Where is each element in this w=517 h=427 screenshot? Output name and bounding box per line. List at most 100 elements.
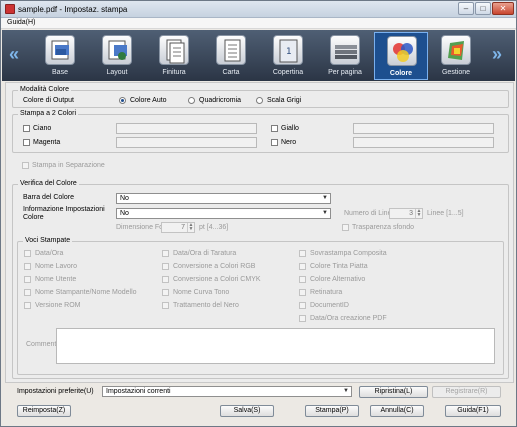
documentid-label: DocumentID (310, 302, 349, 309)
cancel-button[interactable]: Annulla(C) (370, 405, 424, 417)
data-ora-label: Data/Ora (35, 250, 64, 257)
radio-quadricromia-label: Quadricromia (199, 97, 242, 104)
spinner-arrows-icon: ▲ ▼ (187, 222, 194, 232)
tab-colore[interactable]: Colore (374, 32, 428, 80)
checkbox-trasparenza-sfondo[interactable] (342, 224, 349, 231)
data-ora-pdf-label: Data/Ora creazione PDF (310, 315, 387, 322)
color-mode-title: Modalità Colore (18, 86, 72, 93)
tab-carta-label: Carta (222, 69, 240, 76)
giallo-field[interactable] (353, 123, 494, 134)
tab-colore-label: Colore (389, 70, 413, 77)
checkbox-ciano[interactable] (23, 125, 30, 132)
checkbox-nome-curva-tono[interactable] (162, 289, 169, 296)
tab-finitura[interactable]: Finitura (147, 32, 201, 80)
checkbox-nome-lavoro[interactable] (24, 263, 31, 270)
checkbox-data-ora-pdf[interactable] (299, 315, 306, 322)
checkbox-giallo[interactable] (271, 125, 278, 132)
retinatura-label: Retinatura (310, 289, 343, 296)
radio-colore-auto-label: Colore Auto (130, 97, 167, 104)
conversione-cmyk-label: Conversione a Colori CMYK (173, 276, 261, 283)
close-button[interactable]: ✕ (492, 2, 514, 15)
magenta-field[interactable] (116, 137, 257, 148)
checkbox-conversione-rgb[interactable] (162, 263, 169, 270)
tab-carta[interactable]: Carta (204, 32, 258, 80)
checkbox-nome-utente[interactable] (24, 276, 31, 283)
two-color-title: Stampa a 2 Colori (18, 110, 79, 117)
menu-help[interactable]: Guida(H) (7, 19, 35, 26)
checkbox-data-ora[interactable] (24, 250, 31, 257)
title-bar: sample.pdf - Impostaz. stampa – □ ✕ (1, 1, 516, 18)
checkbox-sovrastampa-composita[interactable] (299, 250, 306, 257)
colore-tinta-piatta-label: Colore Tinta Piatta (310, 263, 368, 270)
tab-base[interactable]: Base (33, 32, 87, 80)
maximize-button[interactable]: □ (475, 2, 491, 15)
checkbox-documentid[interactable] (299, 302, 306, 309)
checkbox-stampa-separazione[interactable] (22, 162, 29, 169)
scroll-right-arrow-icon[interactable]: » (492, 44, 502, 65)
chevron-down-icon: ▼ (322, 195, 328, 201)
reset-button[interactable]: Reimposta(Z) (17, 405, 71, 417)
checkbox-nome-stampante[interactable] (24, 289, 31, 296)
checkbox-ciano-label: Ciano (33, 125, 52, 132)
printed-items-group: Voci Stampate Data/Ora Nome Lavoro Nome … (17, 237, 504, 375)
checkbox-nero[interactable] (271, 139, 278, 146)
font-size-range: pt [4...36] (199, 224, 229, 231)
checkbox-conversione-cmyk[interactable] (162, 276, 169, 283)
register-button[interactable]: Registrare(R) (432, 386, 501, 398)
tab-gestione[interactable]: Gestione (429, 32, 483, 80)
minimize-button[interactable]: – (458, 2, 474, 15)
scroll-left-arrow-icon[interactable]: « (9, 44, 19, 65)
color-bar-value: No (120, 195, 129, 202)
pdf-app-icon (5, 4, 15, 14)
color-check-group: Verifica del Colore Barra del Colore No … (12, 180, 509, 379)
checkbox-colore-alternativo[interactable] (299, 276, 306, 283)
nome-utente-label: Nome Utente (35, 276, 77, 283)
color-bar-select[interactable]: No ▼ (116, 193, 331, 204)
favorites-select[interactable]: Impostazioni correnti ▼ (102, 386, 352, 397)
print-button[interactable]: Stampa(P) (305, 405, 359, 417)
radio-colore-auto[interactable] (119, 97, 126, 104)
checkbox-data-ora-taratura[interactable] (162, 250, 169, 257)
tab-per-pagina[interactable]: Per pagina (318, 32, 372, 80)
radio-quadricromia[interactable] (188, 97, 195, 104)
color-check-title: Verifica del Colore (18, 180, 79, 187)
base-icon (45, 35, 75, 65)
help-button[interactable]: Guida(F1) (445, 405, 501, 417)
save-button[interactable]: Salva(S) (220, 405, 274, 417)
checkbox-magenta[interactable] (23, 139, 30, 146)
tab-copertina[interactable]: 1 Copertina (261, 32, 315, 80)
footer-bar: Impostazioni preferite(U) Impostazioni c… (5, 384, 514, 422)
versione-rom-label: Versione ROM (35, 302, 81, 309)
comment-textarea[interactable] (56, 328, 495, 364)
cover-icon: 1 (273, 35, 303, 65)
checkbox-colore-tinta-piatta[interactable] (299, 263, 306, 270)
line-count-spinner[interactable]: 3 ▲ ▼ (389, 208, 423, 219)
chevron-down-icon: ▼ (343, 388, 349, 394)
radio-scala-grigi[interactable] (256, 97, 263, 104)
restore-button[interactable]: Ripristina(L) (359, 386, 428, 398)
line-count-label: Numero di Linee (344, 210, 396, 217)
layout-icon (102, 35, 132, 65)
ciano-field[interactable] (116, 123, 257, 134)
svg-text:1: 1 (286, 47, 292, 57)
color-bar-label: Barra del Colore (23, 194, 74, 201)
tab-per-pagina-label: Per pagina (328, 69, 362, 76)
nero-field[interactable] (353, 137, 494, 148)
settings-info-value: No (120, 210, 129, 217)
checkbox-versione-rom[interactable] (24, 302, 31, 309)
per-page-icon (330, 35, 360, 65)
tab-base-label: Base (52, 69, 68, 76)
checkbox-retinatura[interactable] (299, 289, 306, 296)
data-ora-taratura-label: Data/Ora di Taratura (173, 250, 237, 257)
trattamento-nero-label: Trattamento del Nero (173, 302, 239, 309)
chevron-down-icon: ▼ (322, 210, 328, 216)
settings-info-select[interactable]: No ▼ (116, 208, 331, 219)
window-title: sample.pdf - Impostaz. stampa (18, 5, 128, 14)
checkbox-trattamento-nero[interactable] (162, 302, 169, 309)
font-size-spinner[interactable]: 7 ▲ ▼ (161, 222, 195, 233)
paper-icon (216, 35, 246, 65)
tab-finitura-label: Finitura (162, 69, 186, 76)
line-count-range: Linee [1...5] (427, 210, 464, 217)
tab-layout[interactable]: Layout (90, 32, 144, 80)
output-color-label: Colore di Output (23, 97, 74, 104)
